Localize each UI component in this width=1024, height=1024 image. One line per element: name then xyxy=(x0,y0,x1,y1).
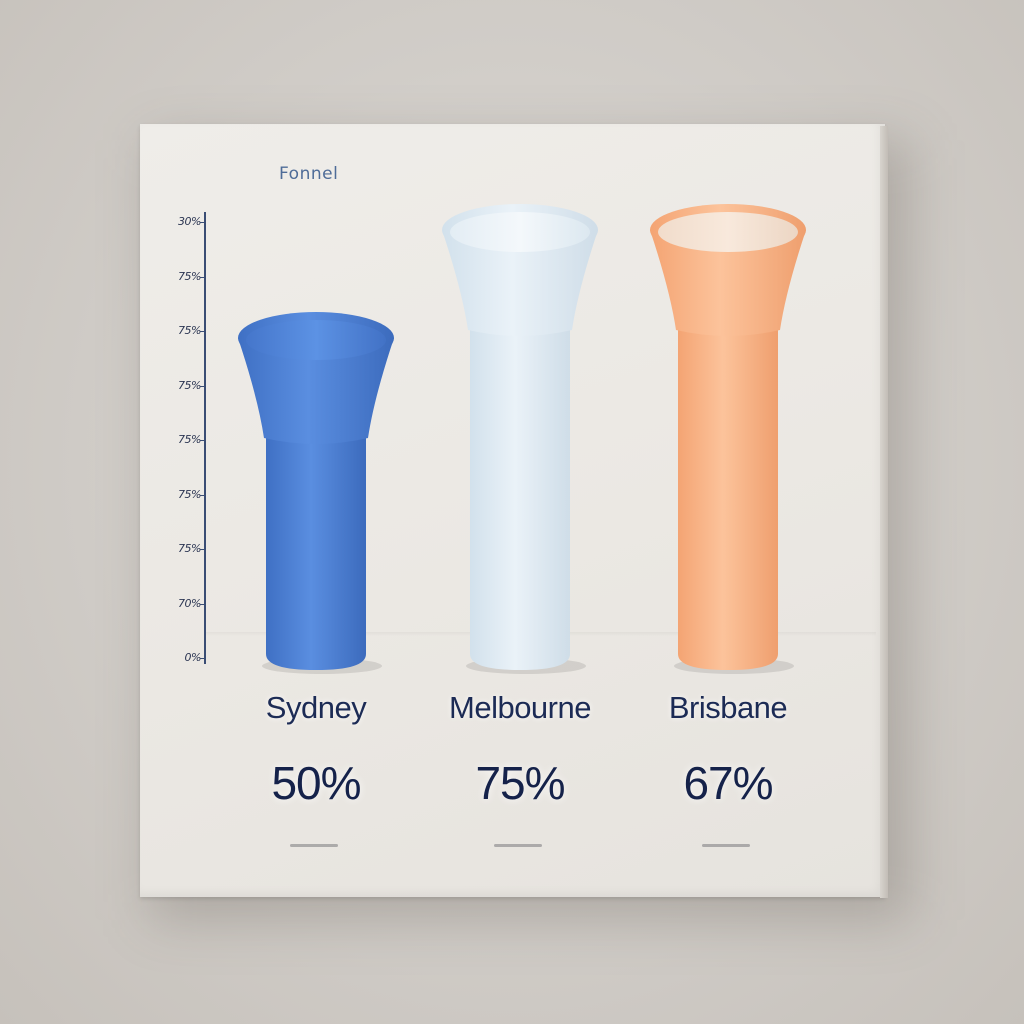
funnel-bar xyxy=(650,204,806,674)
footnote-mark xyxy=(494,844,542,847)
category-label: Melbourne xyxy=(449,690,591,725)
category-label: Sydney xyxy=(265,690,367,725)
bar-opening xyxy=(450,212,590,252)
footnote-mark xyxy=(702,844,750,847)
funnel-bar xyxy=(238,312,394,674)
bar-opening xyxy=(246,320,386,360)
category-label: Brisbane xyxy=(668,690,788,725)
value-label: 50% xyxy=(271,757,361,809)
funnel-plot xyxy=(238,204,806,674)
value-label: 67% xyxy=(683,757,773,809)
funnel-bar xyxy=(442,204,598,674)
bar-stem xyxy=(470,330,570,670)
bar-stem xyxy=(678,330,778,670)
bar-stem xyxy=(266,438,366,670)
bar-opening xyxy=(658,212,798,252)
value-label: 75% xyxy=(475,757,565,809)
footnote-mark xyxy=(290,844,338,847)
